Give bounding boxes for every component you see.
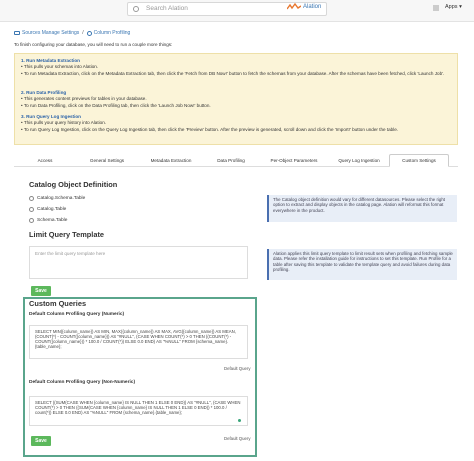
step-metadata-extraction: 1. Run Metadata Extraction • This pulls … (21, 58, 451, 77)
tab-custom-settings[interactable]: Custom Settings (389, 154, 449, 167)
setup-steps-panel: 1. Run Metadata Extraction • This pulls … (14, 53, 458, 145)
radio-schema-table[interactable]: Schema.Table (29, 218, 67, 223)
catalog-section-title: Catalog Object Definition (29, 180, 118, 189)
datasource-icon (14, 31, 20, 35)
tab-access[interactable]: Access (14, 154, 76, 167)
catalog-info-box: The Catalog object definition would vary… (267, 195, 457, 222)
limit-query-section-title: Limit Query Template (29, 230, 105, 239)
numeric-query-text: SELECT MIN({column_name}) AS MIN, MAX({c… (35, 329, 236, 349)
breadcrumb: Sources Manage Settings / Column Profili… (14, 30, 130, 36)
radio-catalog-schema-table[interactable]: Catalog.Schema.Table (29, 196, 85, 201)
step-line: • To run Data Profiling, click on the Da… (21, 102, 211, 108)
tab-data-profiling[interactable]: Data Profiling (204, 154, 258, 167)
numeric-query-textarea[interactable]: SELECT MIN({column_name}) AS MIN, MAX({c… (29, 325, 248, 359)
search-icon (133, 6, 139, 12)
apps-menu[interactable]: Apps ▾ (445, 4, 462, 10)
breadcrumb-separator: / (82, 30, 84, 36)
radio-button[interactable] (29, 196, 34, 201)
alation-logo[interactable]: Alation (287, 3, 321, 11)
non-numeric-default-query-link[interactable]: Default Query (224, 436, 251, 441)
settings-tabs: Access General Settings Metadata Extract… (14, 154, 458, 167)
step-data-profiling: 2. Run Data Profiling • This generates c… (21, 90, 451, 109)
profiling-icon (86, 30, 92, 36)
limit-query-placeholder: Enter the limit query template here (35, 251, 106, 256)
catalog-info-text: The Catalog object definition would vary… (273, 197, 445, 213)
custom-queries-panel (23, 297, 257, 457)
top-bar: Search Alation Alation Apps ▾ (0, 0, 474, 22)
radio-button[interactable] (29, 207, 34, 212)
step-line: • To run Query Log Ingestion, click on t… (21, 126, 399, 132)
numeric-query-label: Default Column Profiling Query (Numeric) (29, 312, 125, 317)
resize-handle-icon[interactable] (238, 419, 241, 422)
step-line: • To run Metadata Extraction, click on t… (21, 70, 445, 76)
non-numeric-query-textarea[interactable]: SELECT ((SUM(CASE WHEN {column_name} IS … (29, 396, 248, 426)
custom-queries-save-button[interactable]: Save (31, 436, 51, 446)
non-numeric-query-label: Default Column Profiling Query (Non-Nume… (29, 380, 136, 385)
limit-query-save-button[interactable]: Save (31, 286, 51, 296)
radio-label: Catalog.Schema.Table (37, 196, 86, 201)
radio-button[interactable] (29, 218, 34, 223)
non-numeric-query-text: SELECT ((SUM(CASE WHEN {column_name} IS … (35, 400, 241, 415)
radio-label: Catalog.Table (37, 207, 67, 212)
breadcrumb-parent[interactable]: Sources Manage Settings (22, 30, 79, 36)
alation-logo-icon (287, 3, 301, 10)
radio-catalog-table[interactable]: Catalog.Table (29, 207, 66, 212)
search-placeholder: Search Alation (146, 5, 188, 12)
logo-text: Alation (303, 4, 322, 10)
intro-text: To finish configuring your database, you… (14, 42, 173, 47)
custom-queries-title: Custom Queries (29, 299, 87, 308)
limit-query-textarea[interactable]: Enter the limit query template here (29, 246, 248, 279)
limit-query-info-text: Alation applies this limit query templat… (273, 251, 453, 272)
tab-metadata-extraction[interactable]: Metadata Extraction (138, 154, 204, 167)
limit-query-info-box: Alation applies this limit query templat… (267, 249, 457, 280)
numeric-default-query-link[interactable]: Default Query (224, 366, 251, 371)
tab-general-settings[interactable]: General Settings (76, 154, 138, 167)
step-query-log-ingestion: 3. Run Query Log Ingestion • This pulls … (21, 114, 451, 133)
apps-grid-icon[interactable] (433, 5, 439, 11)
tab-query-log-ingestion[interactable]: Query Log Ingestion (330, 154, 388, 167)
tab-per-object-parameters[interactable]: Per-Object Parameters (258, 154, 330, 167)
radio-label: Schema.Table (37, 218, 68, 223)
breadcrumb-current[interactable]: Column Profiling (94, 30, 131, 36)
